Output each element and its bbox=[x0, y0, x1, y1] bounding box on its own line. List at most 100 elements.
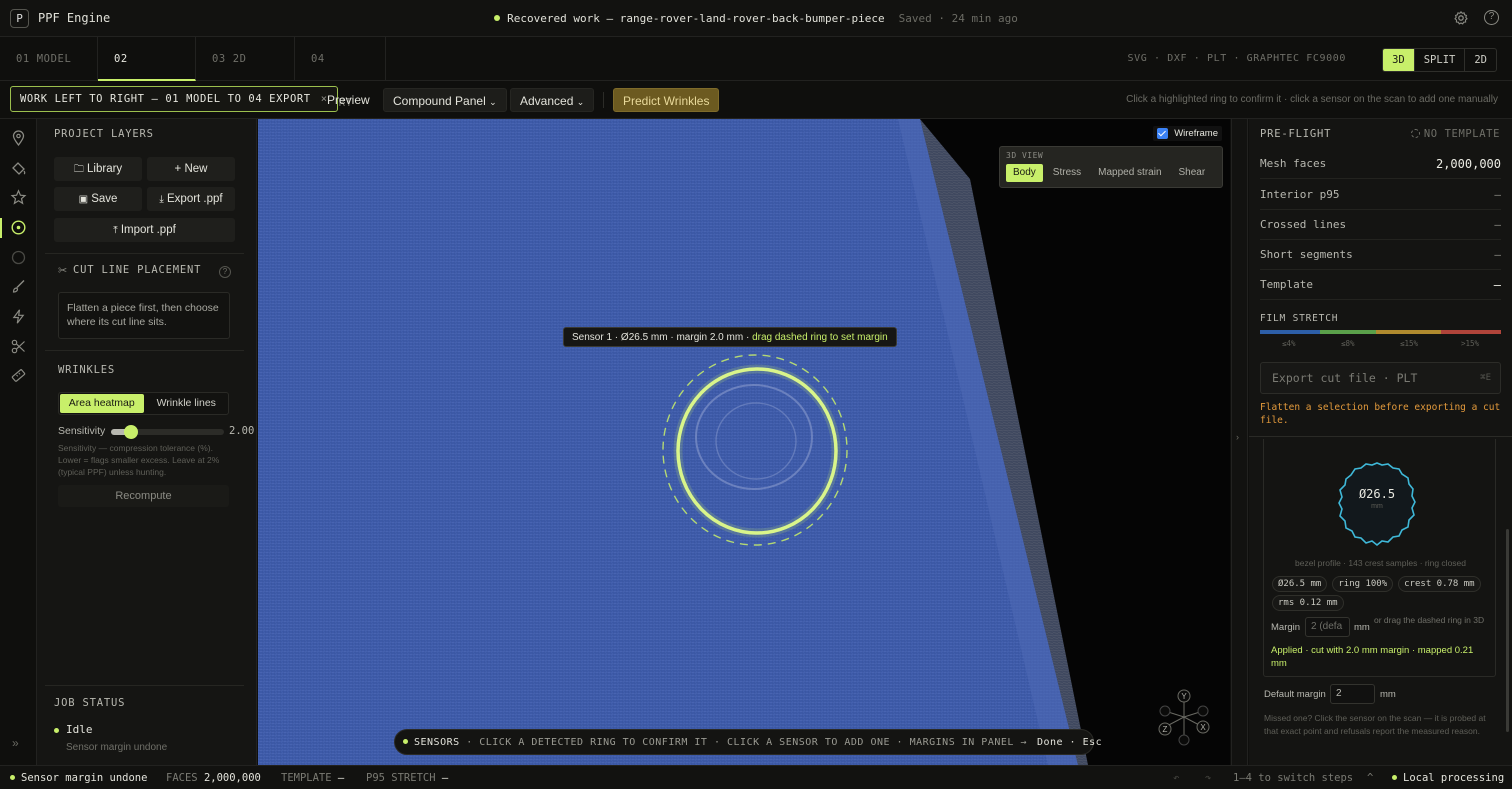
status-faces-value: 2,000,000 bbox=[203, 772, 261, 784]
sensitivity-slider[interactable] bbox=[111, 425, 224, 439]
3d-viewport[interactable]: Wireframe 3D VIEW Body Stress Mapped str… bbox=[258, 119, 1230, 765]
export-ppf-button[interactable]: ⤓ Export .ppf bbox=[147, 187, 235, 211]
star-icon[interactable] bbox=[10, 189, 27, 206]
tab-export[interactable]: 04 EXPORT bbox=[295, 37, 386, 109]
help-icon[interactable]: ? bbox=[1484, 10, 1499, 25]
preflight-template: Template — bbox=[1260, 270, 1501, 300]
no-template-label: NO TEMPLATE bbox=[1423, 128, 1500, 140]
stretch-band bbox=[1320, 330, 1376, 334]
preflight-value: — bbox=[1494, 218, 1501, 231]
preflight-label: Mesh faces bbox=[1260, 157, 1327, 170]
sensor-ring-info: Sensor 1 · Ø26.5 mm · margin 2.0 mm · bbox=[572, 332, 753, 343]
library-button[interactable]: 🗀 Library bbox=[54, 157, 142, 181]
preflight-label: Interior p95 bbox=[1260, 188, 1340, 201]
save-icon: ▣ bbox=[78, 194, 89, 205]
undo-icon[interactable]: ↶ bbox=[1173, 772, 1179, 784]
axis-z-label: Z bbox=[1163, 725, 1168, 734]
stretch-label: ≤8% bbox=[1341, 339, 1355, 348]
new-label: New bbox=[184, 163, 208, 175]
sensitivity-label: Sensitivity bbox=[58, 425, 106, 437]
scissors-icon: ✂ bbox=[58, 265, 68, 277]
brush-icon[interactable] bbox=[10, 278, 27, 295]
import-ppf-button[interactable]: ⤒ Import .ppf bbox=[54, 218, 235, 242]
preflight-interior-p95: Interior p95 — bbox=[1260, 180, 1501, 210]
sensors-done-button[interactable]: Done · Esc bbox=[1037, 737, 1102, 748]
job-status-title: JOB STATUS bbox=[54, 697, 126, 709]
sensitivity-help: Sensitivity — compression tolerance (%).… bbox=[58, 443, 220, 477]
library-label: Library bbox=[87, 163, 123, 175]
ruler-icon[interactable] bbox=[10, 367, 27, 384]
view-mode-stress[interactable]: Stress bbox=[1046, 164, 1088, 182]
tab-model[interactable]: 01 MODEL bbox=[0, 37, 98, 104]
preview-button[interactable]: Preview bbox=[318, 88, 379, 112]
film-stretch-title: FILM STRETCH bbox=[1260, 313, 1339, 324]
view-split-button[interactable]: SPLIT bbox=[1413, 49, 1465, 71]
collapse-panel-icon[interactable]: » bbox=[12, 736, 19, 750]
lightning-icon[interactable] bbox=[10, 308, 27, 325]
mesh-render[interactable] bbox=[258, 119, 1230, 765]
toolbar-hint: Click a highlighted ring to confirm it ·… bbox=[1126, 94, 1498, 105]
stretch-band bbox=[1376, 330, 1441, 334]
status-template: TEMPLATE — bbox=[281, 772, 344, 784]
advanced-dropdown[interactable]: Advanced ⌄ bbox=[510, 88, 595, 112]
view-mode-mapped-strain[interactable]: Mapped strain bbox=[1091, 164, 1168, 182]
tab-2d-edit[interactable]: 03 2D EDIT bbox=[196, 37, 295, 109]
status-state: Sensor margin undone bbox=[10, 772, 147, 784]
saved-status: Saved · 24 min ago bbox=[898, 12, 1018, 25]
default-margin-label: Default margin bbox=[1264, 689, 1326, 700]
no-template-status: NO TEMPLATE bbox=[1410, 128, 1500, 140]
tool-rail: » bbox=[0, 119, 37, 765]
view-mode-shear[interactable]: Shear bbox=[1172, 164, 1213, 182]
circle-icon[interactable] bbox=[10, 249, 27, 266]
area-heatmap-option[interactable]: Area heatmap bbox=[60, 394, 144, 413]
job-status-dot bbox=[54, 728, 59, 733]
scissors-icon[interactable] bbox=[10, 338, 27, 355]
save-button[interactable]: ▣ Save bbox=[54, 187, 142, 211]
chevron-up-icon[interactable]: ^ bbox=[1367, 772, 1373, 784]
preflight-label: Crossed lines bbox=[1260, 218, 1347, 231]
recompute-button[interactable]: Recompute bbox=[58, 485, 229, 507]
new-button[interactable]: + New bbox=[147, 157, 235, 181]
sensitivity-slider-handle[interactable] bbox=[124, 425, 139, 439]
predict-wrinkles-button[interactable]: Predict Wrinkles bbox=[613, 88, 720, 112]
sensor-chip: ring 100% bbox=[1332, 576, 1394, 592]
left-panel: PROJECT LAYERS 🗀 Library + New ▣ Save ⤓ … bbox=[37, 119, 257, 765]
export-cut-file-button[interactable]: Export cut file · PLT ⌘E bbox=[1260, 362, 1501, 394]
wireframe-label: Wireframe bbox=[1174, 128, 1218, 139]
view-2d-button[interactable]: 2D bbox=[1464, 49, 1496, 71]
default-margin-input[interactable]: 2 bbox=[1330, 684, 1375, 704]
preflight-label: Template bbox=[1260, 278, 1313, 291]
sensor-target-icon[interactable] bbox=[10, 219, 27, 236]
right-panel-collapse[interactable]: › bbox=[1231, 119, 1248, 765]
view-3d-button[interactable]: 3D bbox=[1383, 49, 1414, 71]
pin-icon[interactable] bbox=[10, 130, 27, 147]
processing-dot bbox=[1392, 775, 1397, 780]
right-panel-scrollbar[interactable] bbox=[1506, 529, 1509, 732]
margin-input[interactable]: 2 (defa bbox=[1305, 617, 1350, 637]
upload-icon: ⤒ bbox=[113, 225, 118, 236]
film-stretch-legend-bar bbox=[1260, 330, 1501, 334]
export-cut-file-label: Export cut file · PLT bbox=[1272, 371, 1418, 385]
margin-unit: mm bbox=[1354, 622, 1370, 633]
view-mode-title: 3D VIEW bbox=[1006, 151, 1044, 160]
job-state: Idle bbox=[66, 723, 93, 736]
title-bar: P PPF Engine Recovered work — range-rove… bbox=[0, 0, 1512, 37]
document-title: Recovered work — range-rover-land-rover-… bbox=[507, 12, 885, 25]
gear-icon[interactable] bbox=[1454, 10, 1468, 25]
view-mode-body[interactable]: Body bbox=[1006, 164, 1043, 182]
tab-flatten[interactable]: 02 FLATTEN bbox=[98, 37, 196, 109]
sensor-card: Ø26.5 mm bezel profile · 143 crest sampl… bbox=[1263, 439, 1496, 677]
wireframe-checkbox[interactable] bbox=[1157, 128, 1169, 139]
compound-panel-dropdown[interactable]: Compound Panel ⌄ bbox=[383, 88, 507, 112]
margin-label: Margin bbox=[1271, 622, 1301, 633]
workflow-hint-text: WORK LEFT TO RIGHT — 01 MODEL TO 04 EXPO… bbox=[20, 93, 311, 105]
help-icon[interactable]: ? bbox=[219, 266, 231, 278]
status-faces: FACES 2,000,000 bbox=[166, 772, 261, 784]
wireframe-toggle[interactable]: Wireframe bbox=[1153, 126, 1222, 141]
processing-status: Local processing bbox=[1392, 772, 1504, 784]
wrinkle-lines-option[interactable]: Wrinkle lines bbox=[145, 393, 229, 414]
status-faces-label: FACES bbox=[166, 772, 198, 784]
paint-bucket-icon[interactable] bbox=[10, 160, 27, 177]
redo-icon[interactable]: ↷ bbox=[1205, 772, 1211, 784]
axis-gizmo[interactable]: Y X Z bbox=[1153, 686, 1215, 748]
